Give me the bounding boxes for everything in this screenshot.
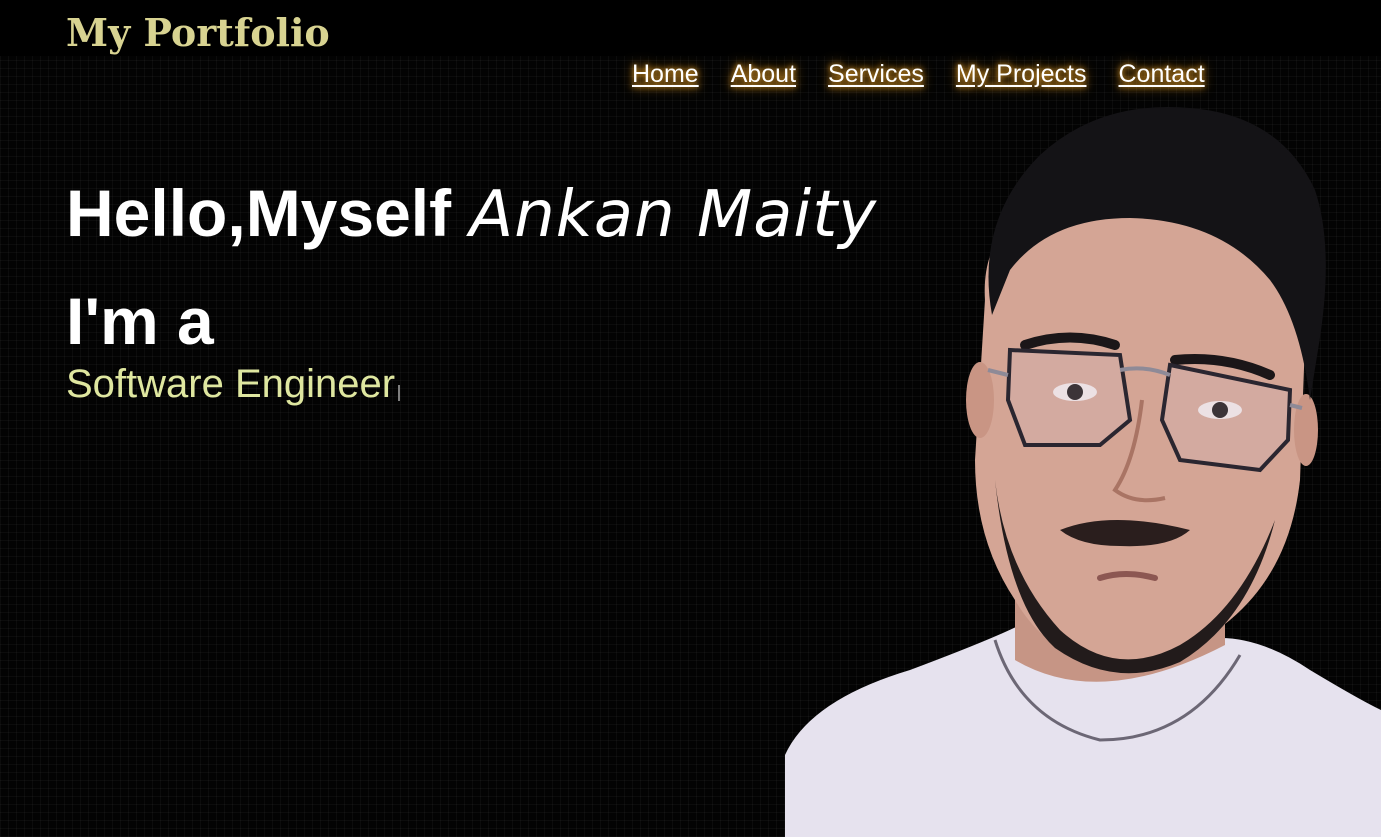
typed-role-text: Software Engineer [66, 362, 396, 406]
nav-services-link[interactable]: Services [828, 60, 924, 89]
hero-heading: Hello,Myself Ankan Maity [66, 170, 877, 258]
greeting-text: Hello,Myself [66, 176, 470, 250]
nav-my-projects-link[interactable]: My Projects [956, 60, 1087, 89]
site-logo[interactable]: My Portfolio [66, 10, 330, 55]
main-nav: Home About Services My Projects Contact [632, 60, 1205, 89]
typing-cursor-icon [398, 385, 401, 401]
role-line: Software Engineer [66, 362, 877, 406]
page: My Portfolio Home About Services My Proj… [0, 0, 1381, 837]
hero-name: Ankan Maity [469, 178, 878, 252]
nav-home-link[interactable]: Home [632, 60, 699, 89]
nav-contact-link[interactable]: Contact [1119, 60, 1205, 89]
hero-section: Hello,Myself Ankan Maity I'm a Software … [66, 170, 877, 406]
nav-about-link[interactable]: About [731, 60, 796, 89]
im-a-text: I'm a [66, 284, 214, 358]
